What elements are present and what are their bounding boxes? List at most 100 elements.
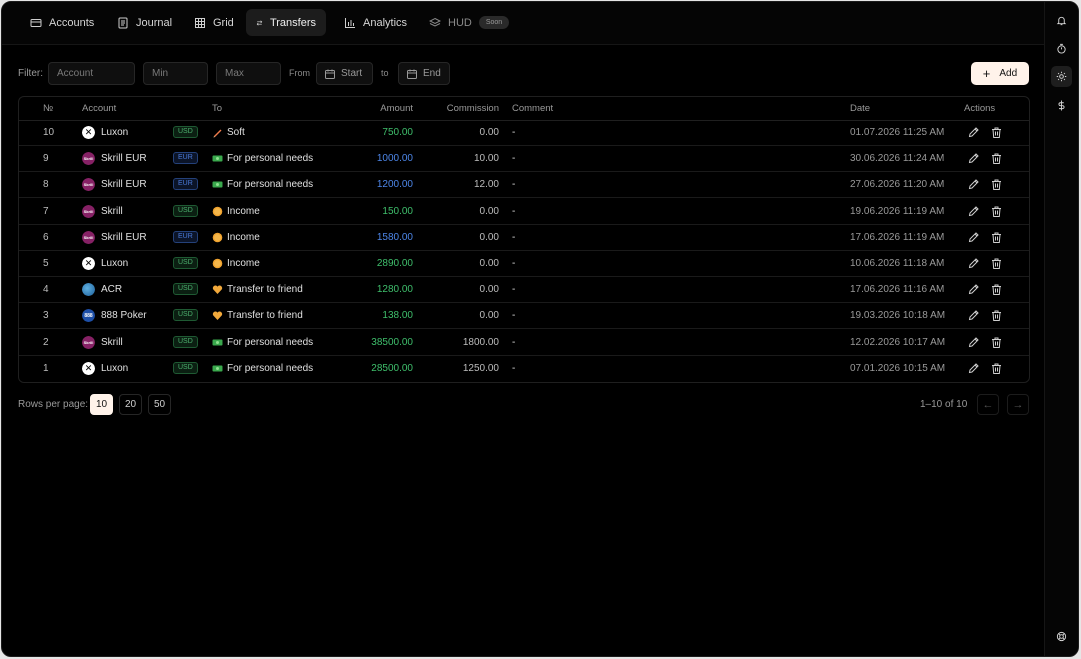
- currency-badge: USD: [173, 204, 198, 217]
- edit-icon[interactable]: [967, 257, 980, 270]
- edit-icon[interactable]: [967, 336, 980, 349]
- tab-label: Transfers: [269, 16, 316, 29]
- help-button[interactable]: [1051, 626, 1072, 647]
- row-number: 1: [43, 362, 49, 374]
- notifications-button[interactable]: [1051, 10, 1072, 31]
- edit-icon[interactable]: [967, 231, 980, 244]
- commission-value: 1800.00: [462, 336, 499, 348]
- table-row[interactable]: 10 ✕ Luxon USD Soft 750.00 0.00 - 01.07.2026 11:…: [19, 120, 1029, 146]
- table-row[interactable]: 8 Skrill Skrill EUR EUR For personal needs 12…: [19, 172, 1029, 199]
- date-value: 27.06.2026 11:20 AM: [850, 179, 945, 191]
- timer-icon: [1057, 43, 1066, 54]
- account-name: Skrill: [101, 205, 123, 217]
- table-row[interactable]: 6 Skrill Skrill EUR EUR Income 1580.00 0.00 - 17…: [19, 225, 1029, 251]
- rows-per-page-20[interactable]: 20: [119, 394, 142, 415]
- luxon-logo-icon: ✕: [82, 126, 95, 139]
- next-page-button[interactable]: →: [1007, 394, 1029, 415]
- table-row[interactable]: 9 Skrill Skrill EUR EUR For personal needs 10…: [19, 146, 1029, 173]
- commission-value: 0.00: [479, 258, 499, 269]
- edit-icon[interactable]: [967, 178, 980, 191]
- end-date-picker[interactable]: End: [398, 62, 450, 85]
- tab-journal[interactable]: Journal: [107, 9, 182, 36]
- row-number: 5: [43, 258, 49, 269]
- date-value: 10.06.2026 11:18 AM: [850, 258, 945, 269]
- destination-label: Income: [227, 231, 260, 243]
- commission-value: 0.00: [479, 284, 499, 296]
- comment-value: -: [512, 153, 516, 165]
- date-value: 01.07.2026 11:25 AM: [850, 127, 945, 138]
- delete-icon[interactable]: [990, 336, 1003, 349]
- plus-icon: +: [982, 65, 991, 81]
- currency-badge: USD: [173, 257, 198, 269]
- start-date-picker[interactable]: Start: [316, 62, 373, 85]
- row-number: 10: [43, 127, 55, 138]
- account-name: ACR: [101, 284, 123, 296]
- commission-value: 0.00: [479, 310, 499, 322]
- tab-analytics[interactable]: Analytics: [334, 9, 417, 36]
- tab-hud[interactable]: HUD Soon: [419, 9, 519, 36]
- account-name: Luxon: [101, 258, 129, 269]
- destination-label: Transfer to friend: [227, 284, 303, 296]
- edit-icon[interactable]: [967, 362, 980, 375]
- sun-icon: [1056, 71, 1067, 82]
- delete-icon[interactable]: [990, 152, 1003, 165]
- amount-value: 750.00: [382, 127, 413, 138]
- add-transfer-button[interactable]: + Add: [971, 62, 1029, 85]
- date-value: 19.06.2026 11:19 AM: [850, 205, 945, 217]
- destination-label: For personal needs: [227, 179, 314, 191]
- tab-label: Journal: [136, 16, 173, 29]
- delete-icon[interactable]: [990, 205, 1003, 218]
- currency-button[interactable]: [1051, 95, 1072, 116]
- header-date: Date: [850, 103, 871, 114]
- edit-icon[interactable]: [967, 152, 980, 165]
- skrill-logo-icon: Skrill: [82, 335, 95, 349]
- min-amount-input[interactable]: [143, 62, 208, 85]
- table-row[interactable]: 7 Skrill Skrill USD Income 150.00 0.00 - 19.06.2…: [19, 199, 1029, 225]
- tab-label: Analytics: [363, 16, 408, 29]
- tab-transfers[interactable]: Transfers: [246, 9, 326, 36]
- theme-toggle-button[interactable]: [1051, 66, 1072, 87]
- edit-icon[interactable]: [967, 205, 980, 218]
- table-row[interactable]: 5 ✕ Luxon USD Income 2890.00 0.00 - 10.06.2026 1…: [19, 251, 1029, 277]
- comment-value: -: [512, 205, 516, 217]
- delete-icon[interactable]: [990, 257, 1003, 270]
- layers-icon: [429, 17, 441, 27]
- luxon-logo-icon: ✕: [82, 361, 95, 375]
- table-row[interactable]: 2 Skrill Skrill USD For personal needs 38500.…: [19, 330, 1029, 356]
- delete-icon[interactable]: [990, 283, 1003, 296]
- destination-label: For personal needs: [227, 336, 314, 348]
- account-name: Luxon: [101, 127, 129, 138]
- currency-badge: EUR: [173, 178, 198, 191]
- coin-icon: [212, 206, 223, 217]
- coin-icon: [212, 232, 223, 243]
- calendar-icon: [325, 69, 335, 79]
- to-label: to: [381, 68, 389, 78]
- rows-per-page-label: Rows per page:: [18, 399, 89, 410]
- edit-icon[interactable]: [967, 283, 980, 296]
- delete-icon[interactable]: [990, 126, 1003, 139]
- delete-icon[interactable]: [990, 362, 1003, 375]
- edit-icon[interactable]: [967, 126, 980, 139]
- tab-grid[interactable]: Grid: [184, 9, 244, 36]
- table-row[interactable]: 4 ACR USD Transfer to friend 1280.00 0.00 - 17.…: [19, 277, 1029, 304]
- table-row[interactable]: 1 ✕ Luxon USD For personal needs 28500.00 1250…: [19, 356, 1029, 382]
- account-name: Skrill: [101, 336, 123, 348]
- header-commission: Commission: [446, 103, 499, 114]
- delete-icon[interactable]: [990, 231, 1003, 244]
- rows-per-page-10[interactable]: 10: [90, 394, 113, 415]
- date-value: 17.06.2026 11:16 AM: [850, 284, 945, 296]
- table-row[interactable]: 3 888 888 Poker USD Transfer to friend 138.00…: [19, 303, 1029, 330]
- rows-per-page-50[interactable]: 50: [148, 394, 171, 415]
- edit-icon[interactable]: [967, 309, 980, 322]
- max-amount-input[interactable]: [216, 62, 281, 85]
- tab-accounts[interactable]: Accounts: [20, 9, 104, 36]
- timer-button[interactable]: [1051, 38, 1072, 59]
- commission-value: 0.00: [479, 127, 499, 138]
- account-filter-input[interactable]: [48, 62, 135, 85]
- delete-icon[interactable]: [990, 178, 1003, 191]
- end-date-label: End: [423, 68, 441, 79]
- prev-page-button[interactable]: ←: [977, 394, 999, 415]
- currency-badge: USD: [173, 309, 198, 322]
- header-actions: Actions: [964, 103, 996, 114]
- delete-icon[interactable]: [990, 309, 1003, 322]
